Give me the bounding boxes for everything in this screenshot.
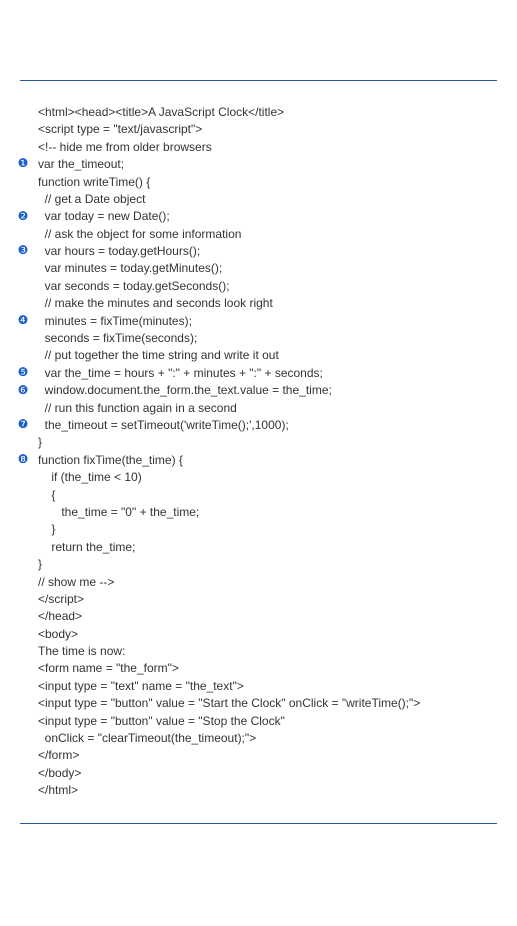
code-line: return the_time; (20, 539, 497, 556)
code-line: ❻ window.document.the_form.the_text.valu… (20, 382, 497, 399)
code-text: window.document.the_form.the_text.value … (38, 383, 332, 397)
code-line: // make the minutes and seconds look rig… (20, 295, 497, 312)
code-line: ❸ var hours = today.getHours(); (20, 243, 497, 260)
callout-2-icon: ❷ (16, 209, 30, 223)
code-line: } (20, 434, 497, 451)
code-line: <html><head><title>A JavaScript Clock</t… (20, 104, 497, 121)
code-line: onClick = "clearTimeout(the_timeout);"> (20, 730, 497, 747)
code-line: } (20, 521, 497, 538)
code-line: seconds = fixTime(seconds); (20, 330, 497, 347)
code-text: minutes = fixTime(minutes); (38, 314, 192, 328)
code-line: if (the_time < 10) (20, 469, 497, 486)
code-line: <!-- hide me from older browsers (20, 139, 497, 156)
code-line: The time is now: (20, 643, 497, 660)
code-line: ❹ minutes = fixTime(minutes); (20, 313, 497, 330)
code-line: <input type = "button" value = "Stop the… (20, 713, 497, 730)
top-rule (20, 80, 497, 81)
code-line: <script type = "text/javascript"> (20, 121, 497, 138)
callout-4-icon: ❹ (16, 314, 30, 328)
code-line: </script> (20, 591, 497, 608)
code-line: </head> (20, 608, 497, 625)
code-line: <body> (20, 626, 497, 643)
code-text: var the_time = hours + ":" + minutes + "… (38, 366, 323, 380)
code-line: <input type = "text" name = "the_text"> (20, 678, 497, 695)
callout-8-icon: ❽ (16, 453, 30, 467)
code-text: function fixTime(the_time) { (38, 453, 183, 467)
code-line: ❶var the_timeout; (20, 156, 497, 173)
callout-1-icon: ❶ (16, 157, 30, 171)
code-line: the_time = "0" + the_time; (20, 504, 497, 521)
code-line: } (20, 556, 497, 573)
code-line: <form name = "the_form"> (20, 660, 497, 677)
code-line: // get a Date object (20, 191, 497, 208)
code-line: </body> (20, 765, 497, 782)
code-line: // show me --> (20, 574, 497, 591)
code-text: var the_timeout; (38, 157, 124, 171)
code-line: </html> (20, 782, 497, 799)
code-line: var seconds = today.getSeconds(); (20, 278, 497, 295)
code-line: <input type = "button" value = "Start th… (20, 695, 497, 712)
code-line: function writeTime() { (20, 174, 497, 191)
code-line: </form> (20, 747, 497, 764)
code-line: // run this function again in a second (20, 400, 497, 417)
code-text: var hours = today.getHours(); (38, 244, 200, 258)
bottom-rule (20, 823, 497, 824)
code-line: ❽function fixTime(the_time) { (20, 452, 497, 469)
callout-6-icon: ❻ (16, 383, 30, 397)
code-line: // ask the object for some information (20, 226, 497, 243)
callout-5-icon: ❺ (16, 366, 30, 380)
code-text: the_timeout = setTimeout('writeTime();',… (38, 418, 289, 432)
callout-3-icon: ❸ (16, 244, 30, 258)
callout-7-icon: ❼ (16, 418, 30, 432)
code-text: var today = new Date(); (38, 209, 170, 223)
code-line: ❺ var the_time = hours + ":" + minutes +… (20, 365, 497, 382)
code-line: ❼ the_timeout = setTimeout('writeTime();… (20, 417, 497, 434)
code-line: var minutes = today.getMinutes(); (20, 260, 497, 277)
code-listing: <html><head><title>A JavaScript Clock</t… (20, 104, 497, 800)
code-line: // put together the time string and writ… (20, 347, 497, 364)
code-line: ❷ var today = new Date(); (20, 208, 497, 225)
code-line: { (20, 487, 497, 504)
